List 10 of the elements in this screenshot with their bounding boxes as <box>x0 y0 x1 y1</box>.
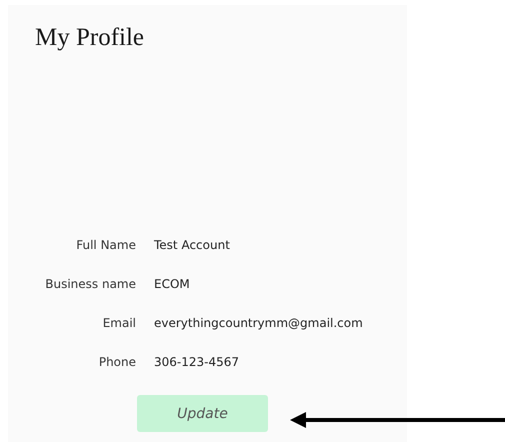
page-title: My Profile <box>35 23 144 53</box>
field-label: Business name <box>45 276 136 293</box>
field-value: ECOM <box>154 276 190 293</box>
field-value: Test Account <box>154 237 230 254</box>
field-label: Full Name <box>76 237 136 254</box>
field-label: Email <box>102 315 136 332</box>
field-label: Phone <box>98 354 136 371</box>
update-button[interactable]: Update <box>137 395 268 432</box>
field-value: everythingcountrymm@gmail.com <box>154 315 363 332</box>
field-value: 306-123-4567 <box>154 354 240 371</box>
